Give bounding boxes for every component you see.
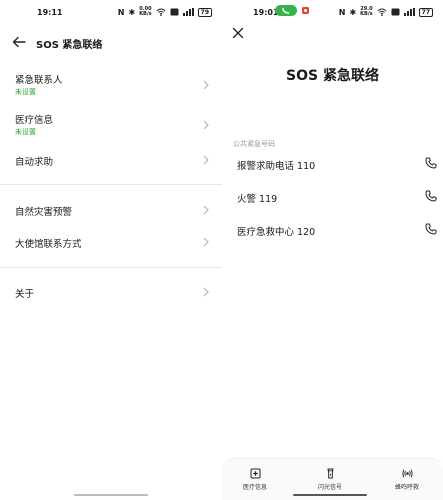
net-speed: 29.0 KB/s bbox=[360, 6, 373, 17]
signal-icon bbox=[403, 8, 415, 16]
chevron-right-icon bbox=[203, 120, 209, 130]
menu-item-label: 医疗信息 bbox=[15, 115, 54, 126]
hd-icon bbox=[391, 8, 400, 16]
sos-settings-screen: 19:11 N ✱ 0.00 KB/s 79 SOS 紧急联络 紧急联系人 未设… bbox=[0, 0, 222, 500]
emergency-number-name: 火警 119 bbox=[237, 194, 278, 205]
signal-icon bbox=[182, 8, 194, 16]
home-indicator[interactable] bbox=[74, 494, 148, 496]
chevron-right-icon bbox=[203, 155, 209, 165]
phone-icon[interactable] bbox=[425, 157, 437, 169]
tab-medical-info[interactable]: 医疗信息 bbox=[225, 468, 285, 491]
recording-indicator-icon bbox=[302, 7, 309, 14]
phone-icon[interactable] bbox=[425, 223, 437, 235]
tab-label: 闪光信号 bbox=[317, 484, 342, 491]
back-arrow-icon[interactable] bbox=[12, 35, 26, 49]
nfc-icon: N bbox=[117, 7, 125, 17]
section-label: 公共紧急号码 bbox=[233, 140, 275, 148]
chevron-right-icon bbox=[203, 237, 209, 247]
emergency-number-row-ambulance[interactable]: 医疗急救中心 120 bbox=[222, 222, 443, 244]
menu-item-status: 未设置 bbox=[15, 88, 36, 96]
hd-icon bbox=[170, 8, 179, 16]
app-bar: SOS 紧急联络 bbox=[0, 34, 222, 54]
emergency-number-row-fire[interactable]: 火警 119 bbox=[222, 189, 443, 211]
section-divider bbox=[0, 267, 222, 268]
home-indicator[interactable] bbox=[293, 494, 367, 496]
menu-item-status: 未设置 bbox=[15, 128, 36, 136]
menu-item-embassy-contacts[interactable]: 大使馆联系方式 bbox=[0, 236, 222, 262]
page-title: SOS 紧急联络 bbox=[286, 68, 379, 84]
tab-alarm-sound[interactable]: 蜂鸣呼救 bbox=[377, 468, 437, 491]
close-icon[interactable] bbox=[232, 27, 244, 39]
page-title: SOS 紧急联络 bbox=[36, 40, 103, 51]
alarm-sound-icon bbox=[401, 469, 413, 478]
medical-info-icon bbox=[250, 468, 260, 479]
sos-contact-screen: 19:01 N ✱ 29.0 KB/s 77 SOS 紧急联络 公共紧急号码 报… bbox=[222, 0, 443, 500]
status-icons: N ✱ 0.00 KB/s 79 bbox=[118, 7, 212, 17]
menu-item-label: 紧急联系人 bbox=[15, 75, 63, 86]
menu-item-label: 关于 bbox=[15, 289, 35, 300]
bluetooth-icon: ✱ bbox=[128, 7, 136, 17]
emergency-number-name: 报警求助电话 110 bbox=[237, 161, 316, 172]
chevron-right-icon bbox=[203, 205, 209, 215]
wifi-icon bbox=[156, 8, 165, 16]
chevron-right-icon bbox=[203, 287, 209, 297]
chevron-right-icon bbox=[203, 80, 209, 90]
menu-item-auto-help[interactable]: 自动求助 bbox=[0, 154, 222, 180]
bluetooth-icon: ✱ bbox=[349, 7, 357, 17]
tab-label: 医疗信息 bbox=[242, 484, 267, 491]
status-icons: N ✱ 29.0 KB/s 77 bbox=[339, 7, 433, 17]
status-bar: 19:11 N ✱ 0.00 KB/s 79 bbox=[0, 0, 222, 24]
menu-item-emergency-contacts[interactable]: 紧急联系人 未设置 bbox=[0, 72, 222, 98]
status-bar: 19:01 N ✱ 29.0 KB/s 77 bbox=[222, 0, 443, 24]
menu-item-label: 自动求助 bbox=[15, 157, 54, 168]
tab-flash-signal[interactable]: 闪光信号 bbox=[300, 468, 360, 491]
active-call-chip-icon[interactable] bbox=[275, 5, 297, 16]
flashlight-icon bbox=[327, 468, 333, 479]
menu-item-about[interactable]: 关于 bbox=[0, 286, 222, 312]
net-speed: 0.00 KB/s bbox=[139, 6, 152, 17]
battery-icon: 79 bbox=[197, 7, 212, 17]
nfc-icon: N bbox=[338, 7, 346, 17]
menu-item-disaster-alerts[interactable]: 自然灾害预警 bbox=[0, 204, 222, 230]
section-divider bbox=[0, 184, 222, 185]
menu-item-label: 大使馆联系方式 bbox=[15, 239, 82, 250]
tab-label: 蜂鸣呼救 bbox=[394, 484, 419, 491]
wifi-icon bbox=[377, 8, 386, 16]
menu-item-label: 自然灾害预警 bbox=[15, 207, 73, 218]
menu-item-medical-info[interactable]: 医疗信息 未设置 bbox=[0, 112, 222, 138]
status-time: 19:11 bbox=[37, 8, 63, 17]
battery-icon: 77 bbox=[418, 7, 433, 17]
phone-icon[interactable] bbox=[425, 190, 437, 202]
emergency-number-row-police[interactable]: 报警求助电话 110 bbox=[222, 156, 443, 178]
emergency-number-name: 医疗急救中心 120 bbox=[237, 227, 316, 238]
